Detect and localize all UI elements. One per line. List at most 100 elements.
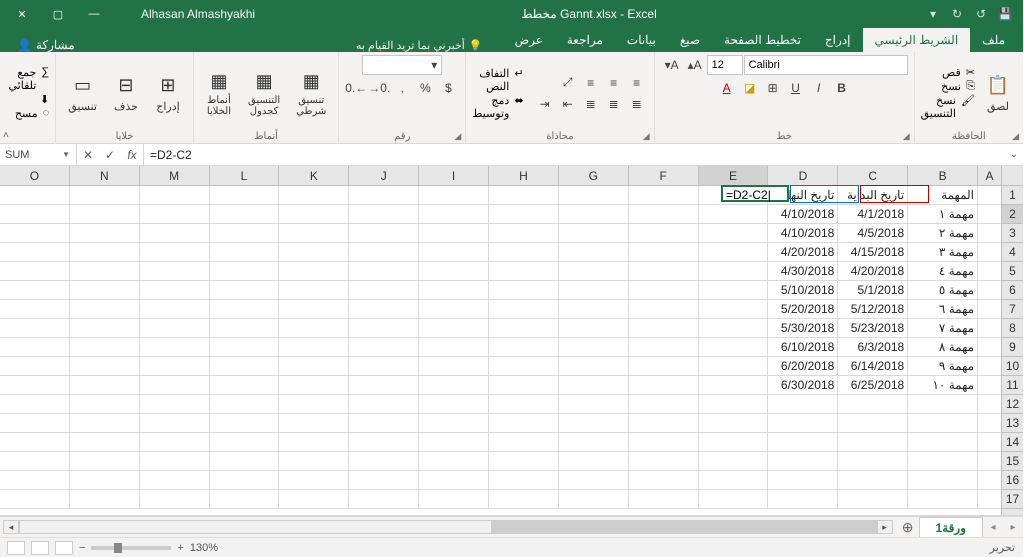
cell-K7[interactable]: [279, 300, 349, 319]
number-launcher-icon[interactable]: ◢: [455, 131, 462, 142]
cell-L1[interactable]: [210, 186, 280, 205]
cell-I6[interactable]: [419, 281, 489, 300]
cell-C12[interactable]: [838, 395, 908, 414]
cell-I16[interactable]: [419, 471, 489, 490]
merge-center-button[interactable]: ⬌ دمج وتوسيط: [473, 94, 524, 120]
alignment-launcher-icon[interactable]: ◢: [644, 131, 651, 142]
cell-D12[interactable]: [768, 395, 838, 414]
cell-B9[interactable]: مهمة ٨: [908, 338, 978, 357]
paste-button[interactable]: 📋لصق: [980, 70, 1018, 117]
cell-L5[interactable]: [210, 262, 280, 281]
cell-D17[interactable]: [768, 490, 838, 509]
sort-filter-button[interactable]: A↓Zفرز وتصفية: [0, 65, 5, 121]
cell-O11[interactable]: [0, 376, 70, 395]
cell-K2[interactable]: [279, 205, 349, 224]
hscroll-right-icon[interactable]: ▸: [878, 520, 894, 534]
cell-B10[interactable]: مهمة ٩: [908, 357, 978, 376]
align-right-icon[interactable]: ≣: [627, 94, 649, 114]
cell-F5[interactable]: [629, 262, 699, 281]
cell-I9[interactable]: [419, 338, 489, 357]
cell-F6[interactable]: [629, 281, 699, 300]
cell-A3[interactable]: [978, 224, 1002, 243]
cell-I2[interactable]: [419, 205, 489, 224]
cell-G16[interactable]: [559, 471, 629, 490]
cell-E13[interactable]: [699, 414, 769, 433]
cell-G17[interactable]: [559, 490, 629, 509]
cell-G2[interactable]: [559, 205, 629, 224]
cell-M16[interactable]: [140, 471, 210, 490]
cell-D3[interactable]: 4/10/2018: [768, 224, 838, 243]
cell-K1[interactable]: [279, 186, 349, 205]
cell-F14[interactable]: [629, 433, 699, 452]
cell-L2[interactable]: [210, 205, 280, 224]
name-box[interactable]: SUM▼: [0, 144, 78, 165]
column-header-I[interactable]: I: [419, 166, 489, 185]
accounting-format-icon[interactable]: $: [438, 78, 460, 98]
cell-I13[interactable]: [419, 414, 489, 433]
qat-redo-icon[interactable]: ↻: [948, 4, 968, 24]
cell-M1[interactable]: [140, 186, 210, 205]
hscroll-track[interactable]: [20, 520, 878, 534]
cell-A15[interactable]: [978, 452, 1002, 471]
zoom-level[interactable]: 130%: [191, 542, 219, 554]
window-close-button[interactable]: ✕: [8, 0, 38, 28]
cell-B17[interactable]: [908, 490, 978, 509]
cell-M10[interactable]: [140, 357, 210, 376]
cell-L9[interactable]: [210, 338, 280, 357]
cell-J1[interactable]: [349, 186, 419, 205]
cell-C14[interactable]: [838, 433, 908, 452]
cell-H14[interactable]: [489, 433, 559, 452]
cell-C1[interactable]: تاريخ البداية: [838, 186, 908, 205]
row-header-13[interactable]: 13: [1003, 414, 1024, 433]
row-header-1[interactable]: 1: [1003, 186, 1024, 205]
cell-O4[interactable]: [0, 243, 70, 262]
cell-N4[interactable]: [70, 243, 140, 262]
cell-E15[interactable]: [699, 452, 769, 471]
format-as-table-button[interactable]: ▦التنسيق كجدول: [243, 65, 287, 121]
row-header-9[interactable]: 9: [1003, 338, 1024, 357]
cell-H16[interactable]: [489, 471, 559, 490]
cell-J14[interactable]: [349, 433, 419, 452]
cell-F9[interactable]: [629, 338, 699, 357]
autosum-button[interactable]: ∑ جمع تلقائي: [9, 66, 50, 92]
cell-C2[interactable]: 4/1/2018: [838, 205, 908, 224]
cell-L15[interactable]: [210, 452, 280, 471]
cell-D9[interactable]: 6/10/2018: [768, 338, 838, 357]
cell-M6[interactable]: [140, 281, 210, 300]
cell-A7[interactable]: [978, 300, 1002, 319]
increase-decimal-icon[interactable]: .0→: [369, 78, 391, 98]
qat-customize-icon[interactable]: ▾: [924, 4, 944, 24]
font-color-button[interactable]: A: [717, 78, 739, 98]
cell-I14[interactable]: [419, 433, 489, 452]
tab-data[interactable]: بيانات: [616, 28, 669, 52]
cell-I7[interactable]: [419, 300, 489, 319]
cell-K6[interactable]: [279, 281, 349, 300]
wrap-text-button[interactable]: ↵ التفاف النص: [473, 67, 524, 93]
cell-J13[interactable]: [349, 414, 419, 433]
cell-B2[interactable]: مهمة ١: [908, 205, 978, 224]
hscroll-left-icon[interactable]: ◂: [4, 520, 20, 534]
cell-K14[interactable]: [279, 433, 349, 452]
cell-G7[interactable]: [559, 300, 629, 319]
fx-button[interactable]: fx: [122, 144, 144, 166]
cell-O8[interactable]: [0, 319, 70, 338]
cell-N17[interactable]: [70, 490, 140, 509]
view-normal-icon[interactable]: [8, 541, 26, 555]
cell-H8[interactable]: [489, 319, 559, 338]
cell-C8[interactable]: 5/23/2018: [838, 319, 908, 338]
format-cells-button[interactable]: ▭تنسيق: [63, 70, 104, 117]
qat-undo-icon[interactable]: ↺: [972, 4, 992, 24]
cell-B5[interactable]: مهمة ٤: [908, 262, 978, 281]
row-header-4[interactable]: 4: [1003, 243, 1024, 262]
share-button[interactable]: 👤 مشاركة: [6, 38, 88, 52]
tab-file[interactable]: ملف: [971, 28, 1018, 52]
decrease-font-icon[interactable]: A▾: [662, 55, 684, 75]
cell-I4[interactable]: [419, 243, 489, 262]
cell-O14[interactable]: [0, 433, 70, 452]
cell-D8[interactable]: 5/30/2018: [768, 319, 838, 338]
cell-A11[interactable]: [978, 376, 1002, 395]
cell-styles-button[interactable]: ▦أنماط الخلايا: [201, 65, 239, 121]
cell-O3[interactable]: [0, 224, 70, 243]
cell-K8[interactable]: [279, 319, 349, 338]
tab-view[interactable]: عرض: [504, 28, 556, 52]
